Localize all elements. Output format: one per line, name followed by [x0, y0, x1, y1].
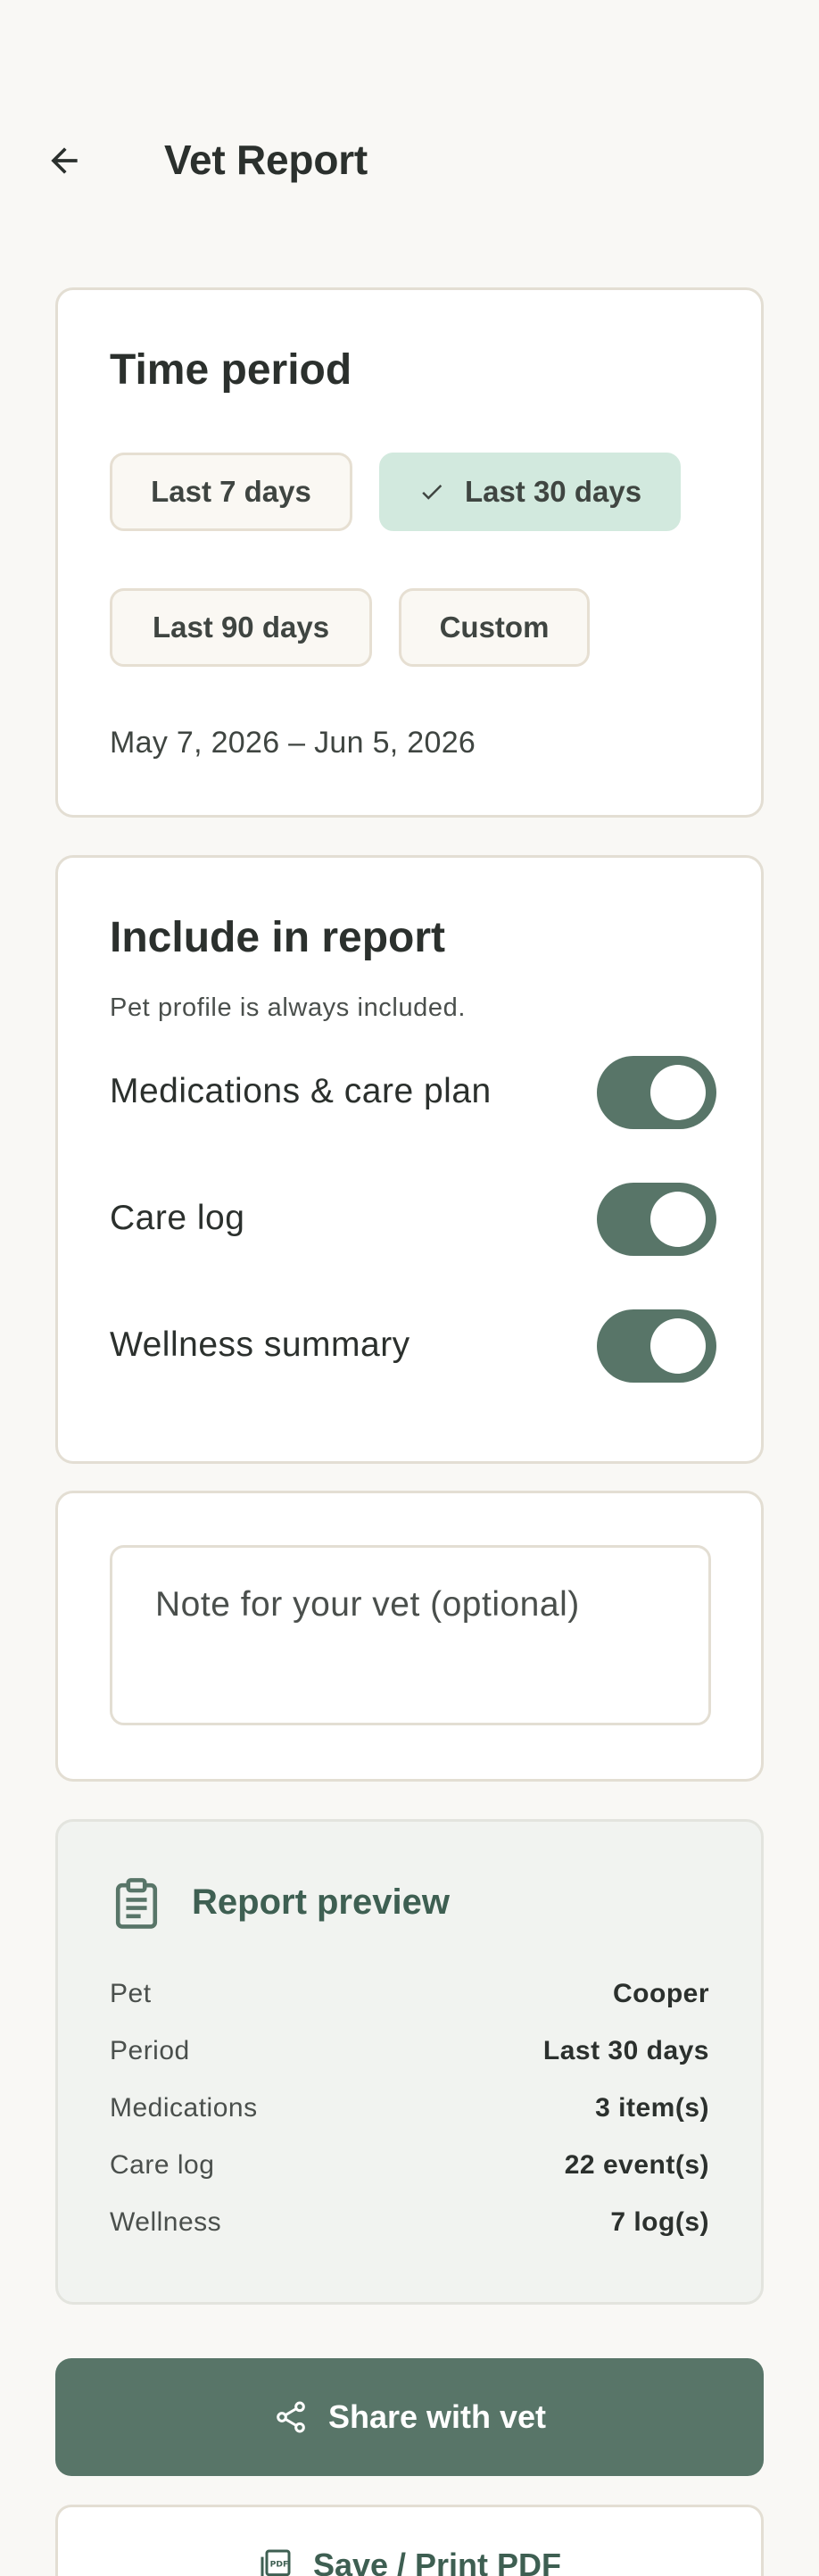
svg-text:PDF: PDF [270, 2560, 289, 2570]
include-title: Include in report [110, 914, 446, 961]
note-card [55, 1491, 764, 1782]
toggle-knob [650, 1192, 706, 1247]
time-period-card: Time period Last 7 days Last 30 days Las… [55, 287, 764, 818]
vet-note-input[interactable] [112, 1548, 708, 1723]
toggle-row-wellness: Wellness summary [110, 1308, 716, 1383]
arrow-left-icon [45, 141, 84, 185]
check-icon [418, 478, 445, 505]
preview-title: Report preview [192, 1882, 450, 1922]
share-button-label: Share with vet [327, 2398, 547, 2435]
care-log-toggle[interactable] [597, 1183, 716, 1256]
save-print-pdf-button[interactable]: PDF Save / Print PDF [55, 2505, 764, 2576]
date-range-text: May 7, 2026 – Jun 5, 2026 [110, 726, 476, 760]
preview-key: Pet [110, 1979, 152, 2008]
pdf-button-label: Save / Print PDF [312, 2547, 562, 2576]
share-icon [273, 2399, 309, 2435]
toggle-row-medications: Medications & care plan [110, 1054, 716, 1129]
report-preview-card: Report preview Pet Cooper Period Last 30… [55, 1819, 764, 2305]
toggle-row-care-log: Care log [110, 1181, 716, 1256]
toggle-knob [650, 1318, 706, 1374]
toggle-knob [650, 1065, 706, 1120]
app-bar: Vet Report [0, 125, 819, 196]
preview-row-care-log: Care log 22 event(s) [110, 2150, 709, 2186]
preview-row-medications: Medications 3 item(s) [110, 2093, 709, 2129]
toggle-label: Wellness summary [110, 1325, 410, 1364]
preview-row-period: Period Last 30 days [110, 2036, 709, 2072]
preview-value: 7 log(s) [610, 2207, 709, 2237]
preview-key: Medications [110, 2093, 258, 2123]
back-button[interactable] [39, 137, 89, 187]
preview-row-pet: Pet Cooper [110, 1979, 709, 2015]
chip-last-30-days[interactable]: Last 30 days [379, 453, 681, 531]
chip-custom[interactable]: Custom [399, 588, 590, 667]
medications-toggle[interactable] [597, 1056, 716, 1129]
include-card: Include in report Pet profile is always … [55, 855, 764, 1464]
pdf-file-icon: PDF [258, 2547, 294, 2576]
preview-key: Care log [110, 2150, 215, 2180]
time-period-title: Time period [110, 346, 352, 394]
chip-last-7-days[interactable]: Last 7 days [110, 453, 352, 531]
preview-value: 22 event(s) [564, 2150, 709, 2180]
clipboard-icon [112, 1877, 161, 1931]
preview-key: Wellness [110, 2207, 222, 2237]
share-with-vet-button[interactable]: Share with vet [55, 2358, 764, 2476]
preview-value: 3 item(s) [595, 2093, 709, 2123]
page-title: Vet Report [164, 137, 368, 183]
preview-value: Cooper [613, 1979, 709, 2008]
note-field [110, 1545, 711, 1725]
preview-row-wellness: Wellness 7 log(s) [110, 2207, 709, 2243]
include-subtitle: Pet profile is always included. [110, 993, 467, 1022]
vet-report-screen: Vet Report Time period Last 7 days Last … [0, 0, 819, 2576]
preview-key: Period [110, 2036, 190, 2065]
chip-last-90-days[interactable]: Last 90 days [110, 588, 372, 667]
preview-value: Last 30 days [542, 2036, 709, 2065]
toggle-label: Medications & care plan [110, 1072, 492, 1110]
toggle-label: Care log [110, 1199, 245, 1237]
wellness-toggle[interactable] [597, 1309, 716, 1383]
